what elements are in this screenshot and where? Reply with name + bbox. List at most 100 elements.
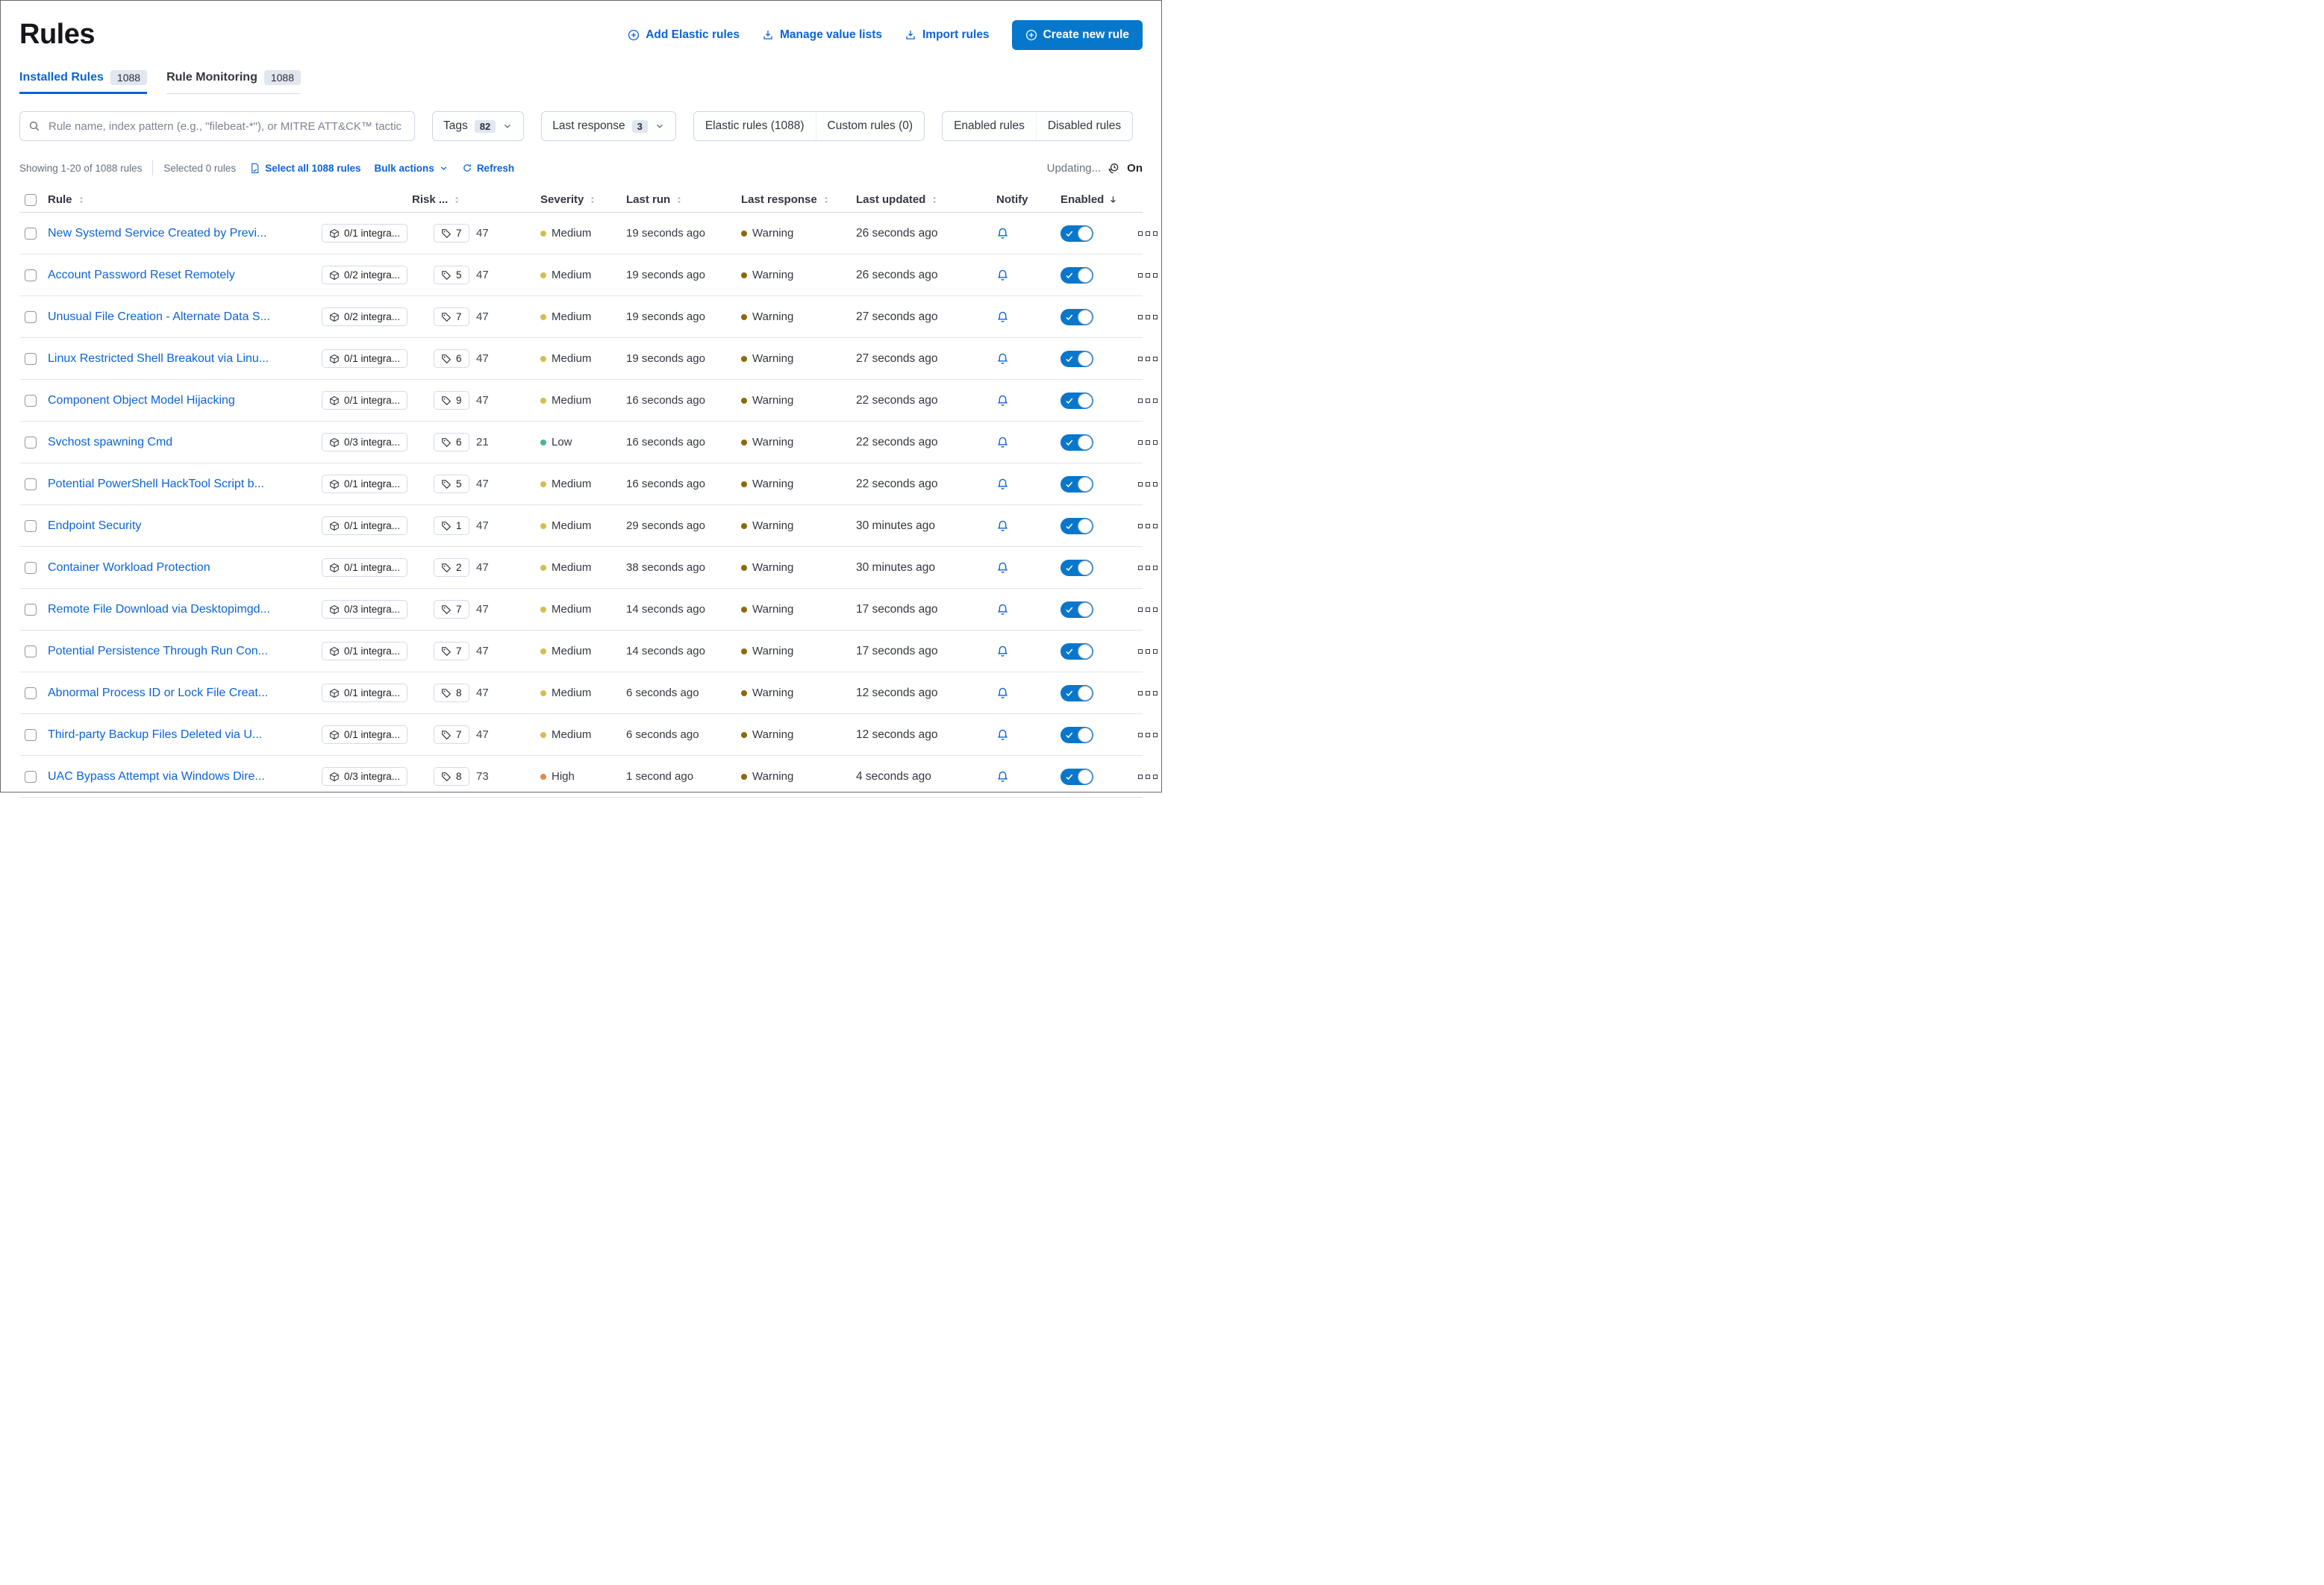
rule-link[interactable]: Account Password Reset Remotely [48,269,235,282]
row-checkbox[interactable] [25,687,37,699]
row-checkbox[interactable] [25,395,37,407]
integrations-badge[interactable]: 0/1 integra... [322,684,407,702]
row-actions-menu[interactable] [1135,521,1161,531]
row-actions-menu[interactable] [1135,312,1161,322]
tags-badge[interactable]: 8 [434,767,469,786]
integrations-badge[interactable]: 0/1 integra... [322,475,407,493]
enabled-toggle[interactable] [1061,476,1093,493]
column-header-rule[interactable]: Rule [48,193,322,206]
enabled-toggle[interactable] [1061,393,1093,409]
rule-link[interactable]: Remote File Download via Desktopimgd... [48,603,270,616]
row-checkbox[interactable] [25,604,37,616]
row-actions-menu[interactable] [1135,270,1161,281]
bulk-actions-button[interactable]: Bulk actions [375,163,449,174]
integrations-badge[interactable]: 0/1 integra... [322,224,407,243]
bell-icon[interactable] [996,519,1009,532]
row-checkbox[interactable] [25,520,37,532]
enabled-toggle[interactable] [1061,601,1093,618]
column-header-last-response[interactable]: Last response [741,193,856,206]
row-actions-menu[interactable] [1135,354,1161,364]
refresh-button[interactable]: Refresh [462,163,514,174]
custom-rules-filter-button[interactable]: Custom rules (0) [816,112,925,140]
row-actions-menu[interactable] [1135,396,1161,406]
bell-icon[interactable] [996,770,1009,783]
row-actions-menu[interactable] [1135,437,1161,448]
row-actions-menu[interactable] [1135,228,1161,239]
bell-icon[interactable] [996,394,1009,407]
row-checkbox[interactable] [25,353,37,365]
row-actions-menu[interactable] [1135,688,1161,698]
bell-icon[interactable] [996,728,1009,741]
import-rules-button[interactable]: Import rules [905,28,990,42]
rule-link[interactable]: Potential Persistence Through Run Con... [48,645,268,658]
bell-icon[interactable] [996,352,1009,365]
column-header-last-run[interactable]: Last run [626,193,741,206]
enabled-toggle[interactable] [1061,727,1093,743]
bell-icon[interactable] [996,687,1009,699]
row-actions-menu[interactable] [1135,730,1161,740]
integrations-badge[interactable]: 0/1 integra... [322,642,407,660]
rule-link[interactable]: UAC Bypass Attempt via Windows Dire... [48,770,265,784]
row-checkbox[interactable] [25,729,37,741]
rule-link[interactable]: Component Object Model Hijacking [48,394,235,407]
enabled-toggle[interactable] [1061,560,1093,576]
tags-badge[interactable]: 6 [434,349,469,368]
tags-badge[interactable]: 1 [434,516,469,535]
tags-badge[interactable]: 7 [434,642,469,660]
bell-icon[interactable] [996,227,1009,240]
enabled-toggle[interactable] [1061,685,1093,701]
tab-installed-rules[interactable]: Installed Rules 1088 [19,70,147,94]
last-response-filter-button[interactable]: Last response 3 [541,111,676,141]
integrations-badge[interactable]: 0/1 integra... [322,558,407,577]
integrations-badge[interactable]: 0/2 integra... [322,307,407,326]
enabled-toggle[interactable] [1061,769,1093,785]
bell-icon[interactable] [996,478,1009,490]
disabled-rules-filter-button[interactable]: Disabled rules [1036,112,1132,140]
row-actions-menu[interactable] [1135,563,1161,573]
tab-rule-monitoring[interactable]: Rule Monitoring 1088 [166,70,301,94]
tags-badge[interactable]: 5 [434,475,469,493]
tags-badge[interactable]: 8 [434,684,469,702]
rule-link[interactable]: Endpoint Security [48,519,141,533]
enabled-toggle[interactable] [1061,267,1093,284]
tags-badge[interactable]: 7 [434,600,469,619]
select-all-checkbox[interactable] [25,194,37,206]
row-checkbox[interactable] [25,269,37,281]
select-all-link[interactable]: Select all 1088 rules [249,163,360,174]
row-actions-menu[interactable] [1135,646,1161,657]
rule-link[interactable]: Third-party Backup Files Deleted via U..… [48,728,262,742]
add-elastic-rules-button[interactable]: Add Elastic rules [628,28,740,42]
row-actions-menu[interactable] [1135,604,1161,615]
tags-badge[interactable]: 7 [434,224,469,243]
rule-link[interactable]: Unusual File Creation - Alternate Data S… [48,310,270,324]
enabled-toggle[interactable] [1061,351,1093,367]
enabled-toggle[interactable] [1061,225,1093,242]
bell-icon[interactable] [996,269,1009,281]
enabled-rules-filter-button[interactable]: Enabled rules [943,112,1036,140]
row-checkbox[interactable] [25,771,37,783]
row-checkbox[interactable] [25,437,37,448]
rule-link[interactable]: Abnormal Process ID or Lock File Creat..… [48,687,268,700]
integrations-badge[interactable]: 0/3 integra... [322,433,407,451]
row-actions-menu[interactable] [1135,479,1161,490]
tags-badge[interactable]: 5 [434,266,469,284]
enabled-toggle[interactable] [1061,309,1093,325]
create-new-rule-button[interactable]: Create new rule [1012,20,1143,50]
integrations-badge[interactable]: 0/1 integra... [322,391,407,410]
row-checkbox[interactable] [25,478,37,490]
tags-filter-button[interactable]: Tags 82 [432,111,524,141]
column-header-risk[interactable]: Risk ... [412,193,540,206]
column-header-last-updated[interactable]: Last updated [856,193,984,206]
bell-icon[interactable] [996,603,1009,616]
row-checkbox[interactable] [25,228,37,240]
rule-search-input[interactable] [19,111,415,141]
integrations-badge[interactable]: 0/3 integra... [322,767,407,786]
tags-badge[interactable]: 2 [434,558,469,577]
enabled-toggle[interactable] [1061,434,1093,451]
bell-icon[interactable] [996,436,1009,448]
row-checkbox[interactable] [25,645,37,657]
rule-link[interactable]: New Systemd Service Created by Previ... [48,227,266,240]
elastic-rules-filter-button[interactable]: Elastic rules (1088) [694,112,816,140]
manage-value-lists-button[interactable]: Manage value lists [762,28,882,42]
row-checkbox[interactable] [25,562,37,574]
